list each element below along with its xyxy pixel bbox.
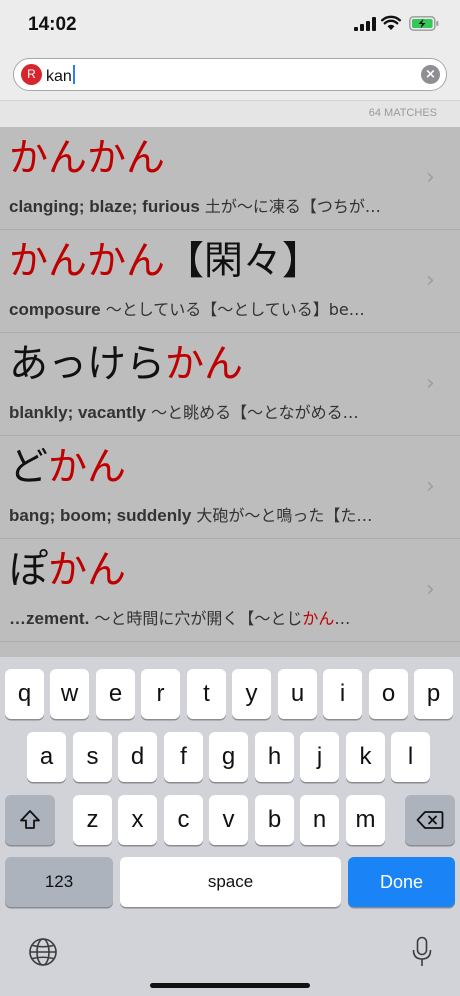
globe-icon[interactable] — [28, 937, 58, 967]
key-e[interactable]: e — [96, 669, 135, 719]
shift-icon — [20, 810, 40, 829]
entry-headword: どかん — [9, 445, 127, 490]
key-o[interactable]: o — [369, 669, 408, 719]
list-item[interactable]: ぽかん …zement. 〜と時間に穴が開く【〜とじかん… › — [0, 539, 460, 642]
entry-definition: composure 〜としている【〜としている】be… — [9, 300, 365, 319]
entry-headword: かんかん【閑々】 — [9, 239, 322, 284]
key-p[interactable]: p — [414, 669, 453, 719]
space-key[interactable]: space — [120, 857, 341, 907]
list-item[interactable]: あっけらかん blankly; vacantly 〜と眺める【〜とながめる… › — [0, 333, 460, 436]
status-bar: 14:02 — [0, 0, 460, 50]
match-highlight: かんかん — [9, 136, 166, 181]
key-v[interactable]: v — [209, 795, 248, 845]
search-query-text: kan — [46, 68, 72, 85]
microphone-icon[interactable] — [411, 936, 433, 968]
key-d[interactable]: d — [118, 732, 157, 782]
numbers-key[interactable]: 123 — [5, 857, 113, 907]
entry-headword: ぽかん — [9, 548, 127, 593]
key-a[interactable]: a — [27, 732, 66, 782]
search-input[interactable]: R kan × — [13, 58, 447, 91]
chevron-right-icon: › — [426, 371, 435, 396]
key-f[interactable]: f — [164, 732, 203, 782]
key-h[interactable]: h — [255, 732, 294, 782]
dictionary-badge-icon: R — [21, 64, 42, 85]
chevron-right-icon: › — [426, 474, 435, 499]
key-t[interactable]: t — [187, 669, 226, 719]
match-highlight: かん — [48, 445, 127, 490]
key-s[interactable]: s — [73, 732, 112, 782]
shift-key[interactable] — [5, 795, 55, 845]
match-highlight: かん — [48, 548, 127, 593]
match-count: 64 MATCHES — [368, 107, 437, 119]
key-j[interactable]: j — [300, 732, 339, 782]
cellular-signal-icon — [354, 17, 376, 31]
match-highlight: かん — [165, 342, 244, 387]
backspace-icon — [416, 811, 444, 829]
match-highlight: かんかん — [9, 239, 166, 284]
key-k[interactable]: k — [346, 732, 385, 782]
key-w[interactable]: w — [50, 669, 89, 719]
battery-charging-icon — [409, 16, 439, 31]
keyboard: q w e r t y u i o p a s d f g h j k l z … — [0, 657, 460, 996]
search-query[interactable]: kan — [46, 65, 75, 86]
entry-headword: かんかん — [9, 137, 165, 181]
key-b[interactable]: b — [255, 795, 294, 845]
entry-definition: …zement. 〜と時間に穴が開く【〜とじかん… — [9, 609, 351, 628]
entry-definition: clanging; blaze; furious 土が〜に凍る【つちが… — [9, 197, 381, 216]
status-time: 14:02 — [28, 14, 77, 35]
entry-definition: blankly; vacantly 〜と眺める【〜とながめる… — [9, 403, 359, 422]
key-g[interactable]: g — [209, 732, 248, 782]
key-x[interactable]: x — [118, 795, 157, 845]
chevron-right-icon: › — [426, 165, 435, 190]
done-key[interactable]: Done — [348, 857, 455, 907]
text-caret — [72, 65, 75, 84]
home-indicator[interactable] — [150, 983, 310, 988]
key-z[interactable]: z — [73, 795, 112, 845]
backspace-key[interactable] — [405, 795, 455, 845]
key-m[interactable]: m — [346, 795, 385, 845]
match-count-bar: 64 MATCHES — [0, 100, 460, 127]
list-item[interactable]: かんかん【閑々】 composure 〜としている【〜としている】be… › — [0, 230, 460, 333]
key-q[interactable]: q — [5, 669, 44, 719]
entry-definition: bang; boom; suddenly 大砲が〜と鳴った【た… — [9, 506, 373, 525]
key-l[interactable]: l — [391, 732, 430, 782]
chevron-right-icon: › — [426, 268, 435, 293]
chevron-right-icon: › — [426, 577, 435, 602]
key-i[interactable]: i — [323, 669, 362, 719]
entry-headword: あっけらかん — [9, 342, 244, 387]
key-u[interactable]: u — [278, 669, 317, 719]
list-item[interactable]: かんかん clanging; blaze; furious 土が〜に凍る【つちが… — [0, 127, 460, 230]
list-item[interactable]: どかん bang; boom; suddenly 大砲が〜と鳴った【た… › — [0, 436, 460, 539]
key-y[interactable]: y — [232, 669, 271, 719]
key-c[interactable]: c — [164, 795, 203, 845]
results-list: かんかん clanging; blaze; furious 土が〜に凍る【つちが… — [0, 127, 460, 657]
key-n[interactable]: n — [300, 795, 339, 845]
wifi-icon — [381, 15, 401, 30]
search-bar: R kan × — [0, 50, 460, 100]
clear-icon[interactable]: × — [421, 65, 440, 84]
key-r[interactable]: r — [141, 669, 180, 719]
